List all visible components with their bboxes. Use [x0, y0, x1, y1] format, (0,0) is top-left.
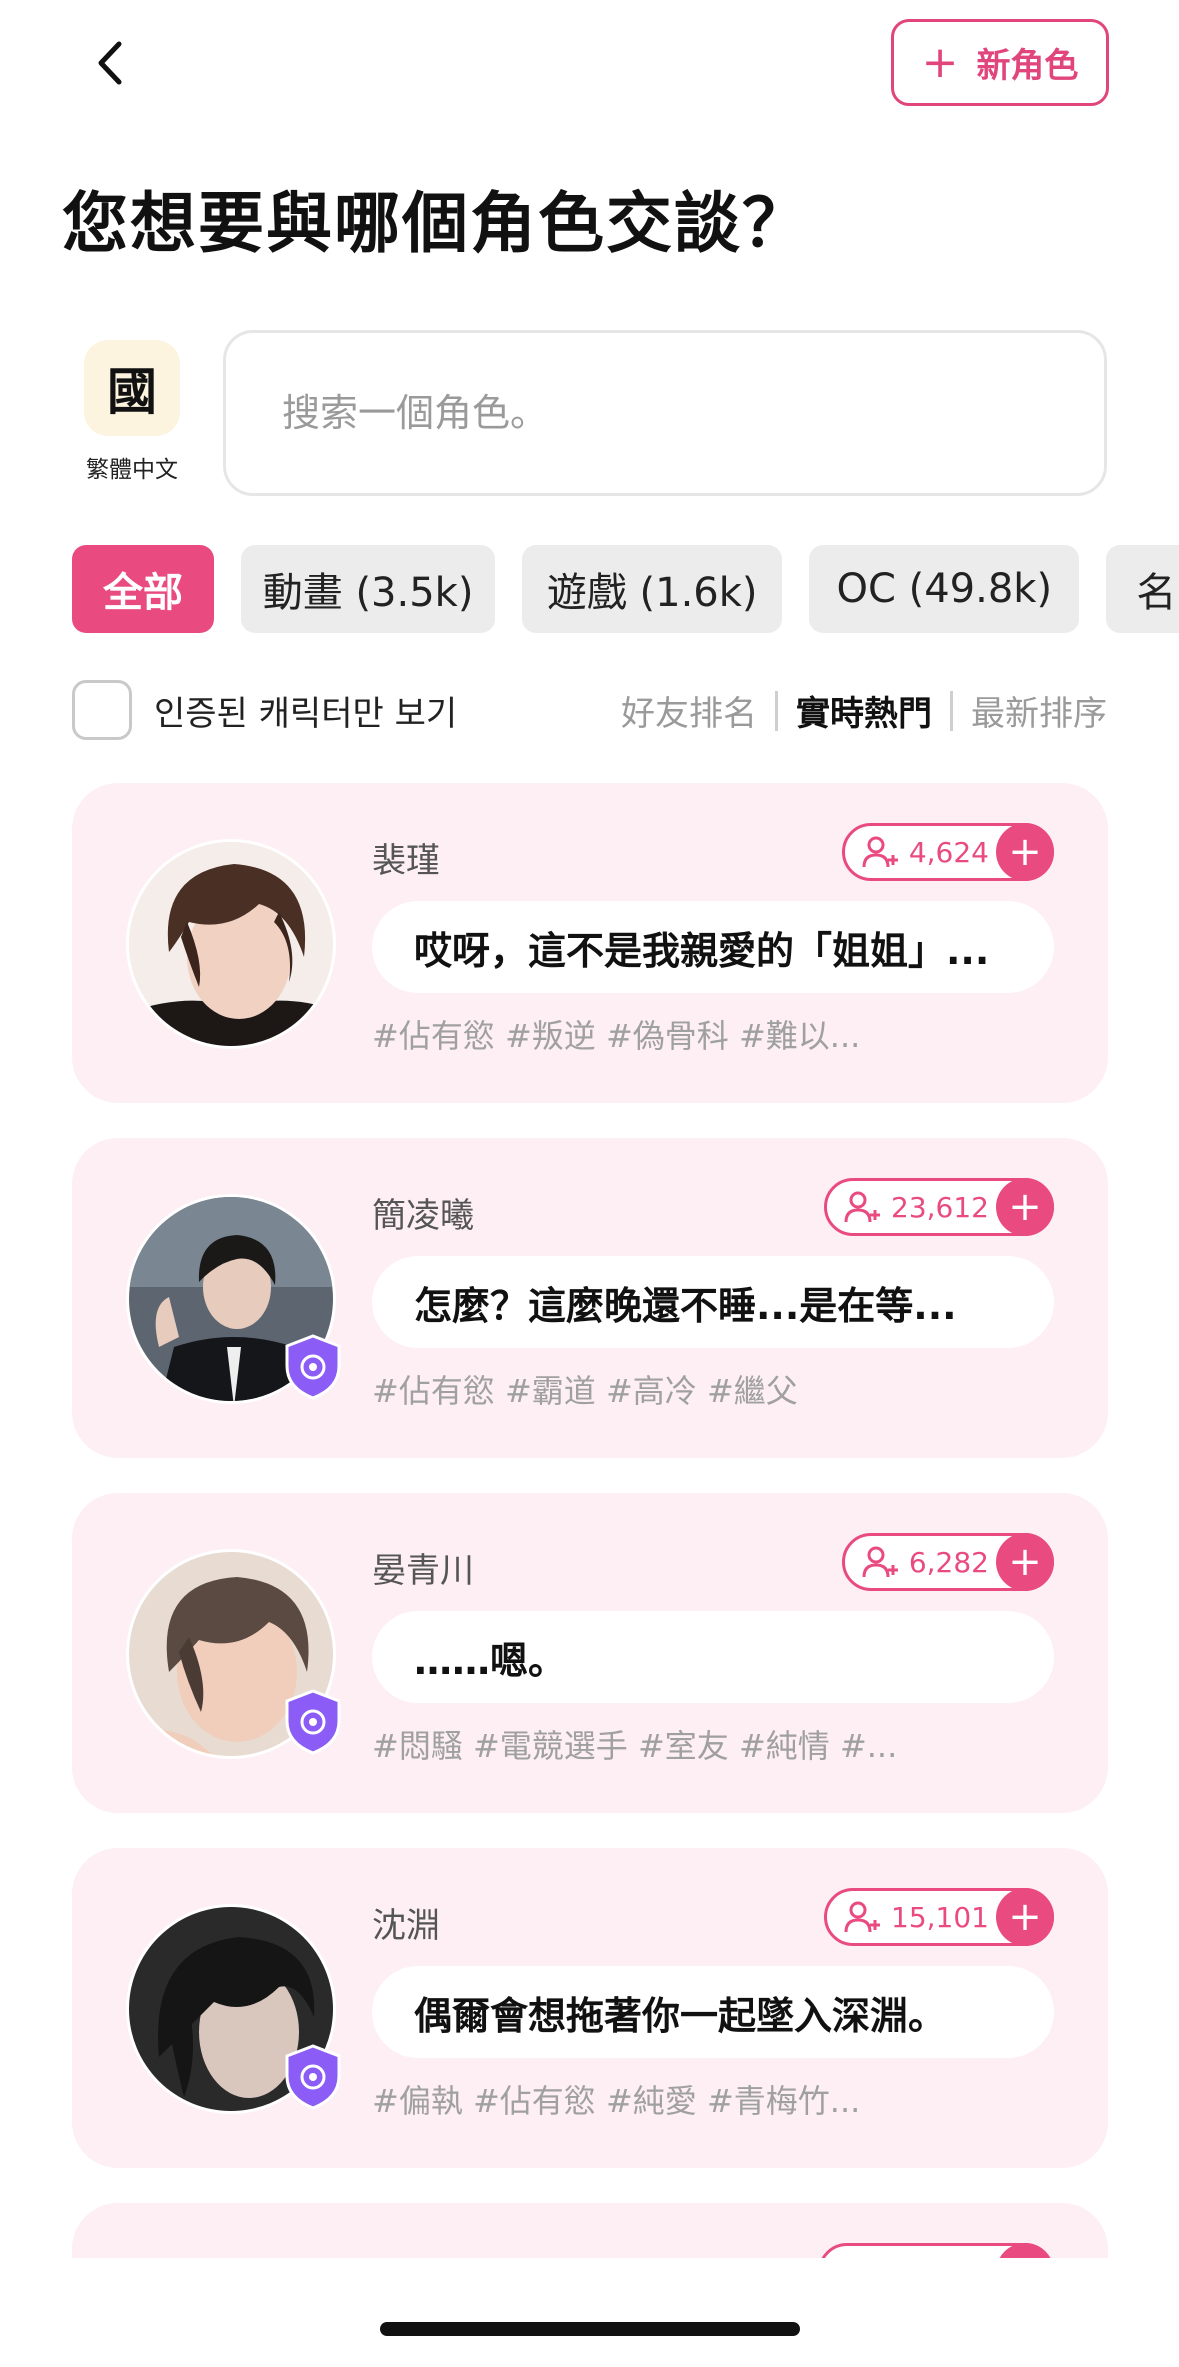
- character-name: 晏青川: [372, 1551, 474, 1591]
- home-indicator[interactable]: [380, 2322, 800, 2336]
- character-name: 沈淵: [372, 1906, 440, 1946]
- character-name: 簡凌曦: [372, 1196, 474, 1236]
- sort-trending[interactable]: 實時熱門: [796, 686, 932, 735]
- search-input[interactable]: [223, 330, 1107, 496]
- tab-anime[interactable]: 動畫 (3.5k): [241, 545, 496, 633]
- follower-count[interactable]: [818, 2243, 1054, 2258]
- language-icon: 國: [107, 362, 157, 421]
- follower-count[interactable]: 15,101 +: [824, 1888, 1054, 1946]
- follow-button[interactable]: +: [996, 1888, 1054, 1946]
- follower-count-value: 23,612: [891, 1190, 989, 1224]
- back-button[interactable]: [80, 28, 140, 98]
- chevron-left-icon: [98, 41, 122, 85]
- page-title: 您想要與哪個角色交談？: [62, 185, 810, 262]
- greeting-bubble: ……嗯。: [372, 1611, 1054, 1703]
- tab-games[interactable]: 遊戲 (1.6k): [522, 545, 783, 633]
- character-card[interactable]: [72, 2203, 1108, 2258]
- add-friend-icon: [843, 1900, 883, 1934]
- verified-filter: 인증된 캐릭터만 보기: [72, 680, 457, 740]
- verified-badge: [284, 1334, 342, 1400]
- character-name: 裴瑾: [372, 841, 440, 881]
- divider: [775, 690, 778, 731]
- character-tags: #偏執 #佔有慾 #純愛 #青梅竹...: [372, 2082, 861, 2120]
- follower-count[interactable]: 23,612 +: [824, 1178, 1054, 1236]
- tab-all[interactable]: 全部: [72, 545, 214, 633]
- character-tags: #佔有慾 #叛逆 #偽骨科 #難以...: [372, 1017, 861, 1055]
- new-role-label: 新角色: [976, 46, 1079, 86]
- character-card[interactable]: 沈淵 15,101 + 偶爾會想拖著你一起墜入深淵。 #偏執 #佔有慾 #純愛 …: [72, 1848, 1108, 2168]
- follow-button[interactable]: +: [996, 1178, 1054, 1236]
- follow-button[interactable]: +: [996, 823, 1054, 881]
- sort-friend-rank[interactable]: 好友排名: [621, 686, 757, 735]
- verified-badge: [284, 1689, 342, 1755]
- follow-button[interactable]: [996, 2243, 1054, 2258]
- follower-count-value: 6,282: [908, 1545, 989, 1579]
- greeting-bubble: 怎麼？這麼晚還不睡...是在等...: [372, 1256, 1054, 1348]
- add-friend-icon: [861, 835, 901, 869]
- sort-newest[interactable]: 最新排序: [971, 686, 1107, 735]
- greeting-bubble: 偶爾會想拖著你一起墜入深淵。: [372, 1966, 1054, 2058]
- tab-more[interactable]: 名: [1106, 545, 1179, 633]
- language-label: 繁體中文: [86, 457, 178, 483]
- plus-icon: +: [921, 36, 959, 88]
- new-role-button[interactable]: + 新角色: [891, 19, 1109, 106]
- follower-count[interactable]: 6,282 +: [841, 1533, 1054, 1591]
- category-tabs: 全部 動畫 (3.5k) 遊戲 (1.6k) OC (49.8k) 名: [72, 545, 1179, 635]
- verified-checkbox[interactable]: [72, 680, 132, 740]
- divider: [950, 690, 953, 731]
- add-friend-icon: [861, 1545, 901, 1579]
- character-tags: #佔有慾 #霸道 #高冷 #繼父: [372, 1372, 798, 1410]
- character-tags: #悶騷 #電競選手 #室友 #純情 #...: [372, 1727, 898, 1765]
- follower-count[interactable]: 4,624 +: [841, 823, 1054, 881]
- verified-badge: [284, 2044, 342, 2110]
- greeting-bubble: 哎呀，這不是我親愛的「姐姐」...: [372, 901, 1054, 993]
- follow-button[interactable]: +: [996, 1533, 1054, 1591]
- character-card[interactable]: 裴瑾 4,624 + 哎呀，這不是我親愛的「姐姐」... #佔有慾 #叛逆 #偽…: [72, 783, 1108, 1103]
- verified-filter-label: 인증된 캐릭터만 보기: [154, 693, 458, 734]
- language-selector[interactable]: 國: [84, 340, 180, 436]
- follower-count-value: 4,624: [908, 835, 989, 869]
- follower-count-value: 15,101: [891, 1900, 989, 1934]
- avatar: [126, 839, 336, 1049]
- character-list: 裴瑾 4,624 + 哎呀，這不是我親愛的「姐姐」... #佔有慾 #叛逆 #偽…: [72, 783, 1108, 2258]
- character-card[interactable]: 簡凌曦 23,612 + 怎麼？這麼晚還不睡...是在等... #佔有慾 #霸道…: [72, 1138, 1108, 1458]
- add-friend-icon: [843, 1190, 883, 1224]
- tab-oc[interactable]: OC (49.8k): [809, 545, 1080, 633]
- sort-options: 好友排名 實時熱門 最新排序: [621, 686, 1107, 735]
- character-card[interactable]: 晏青川 6,282 + ……嗯。 #悶騷 #電競選手 #室友 #純情 #...: [72, 1493, 1108, 1813]
- top-bar: + 新角色: [0, 0, 1179, 130]
